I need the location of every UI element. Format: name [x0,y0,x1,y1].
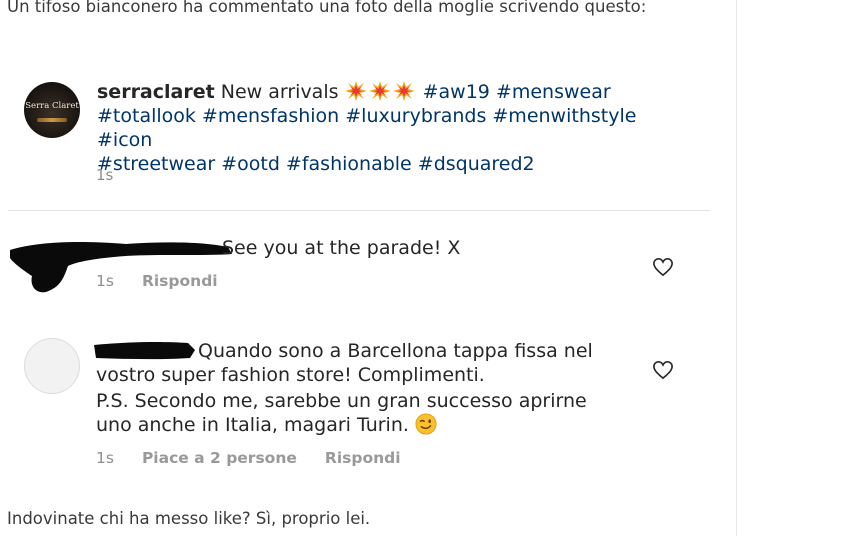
avatar-brand-text: Serra Claret [25,101,79,111]
intro-text: Un tifoso bianconero ha commentato una f… [7,0,647,16]
collision-emoji-icon [368,81,391,101]
comment-1-text: See you at the parade! X [222,237,461,259]
winking-face-emoji-icon [415,413,437,435]
caption-text: New arrivals [220,81,339,103]
comment-2-line-3: P.S. Secondo me, sarebbe un gran success… [96,390,587,412]
comment-1-reply-button[interactable]: Rispondi [142,272,218,290]
heart-outline-icon[interactable] [652,360,674,380]
collision-emoji-icon [392,81,415,101]
comment-1-meta: 1s Rispondi [96,272,246,290]
comment-2-meta: 1s Piace a 2 persone Rispondi [96,449,429,467]
comment-2-reply-button[interactable]: Rispondi [325,449,401,467]
hashtags-line-2[interactable]: #totallook #mensfashion #luxurybrands #m… [97,105,636,151]
post-time: 1s [96,166,114,184]
comment-2-line-4: uno anche in Italia, magari Turin. [96,413,437,437]
avatar-lights [37,118,67,122]
comment-2-line-4-text: uno anche in Italia, magari Turin. [96,414,409,436]
hashtags-line-3[interactable]: #streetwear #ootd #fashionable #dsquared… [97,153,535,175]
post-username[interactable]: serraclaret [97,81,215,103]
comment-2-time: 1s [96,449,114,467]
collision-emoji-icon [344,81,367,101]
serraclaret-avatar[interactable]: Serra Claret [24,82,80,138]
comment-1-time: 1s [96,272,114,290]
comment-2-likes-button[interactable]: Piace a 2 persone [142,449,297,467]
post-caption: serraclaret New arrivals #aw19 #menswear… [97,80,697,176]
commenter-avatar[interactable] [24,338,80,394]
heart-outline-icon[interactable] [652,257,674,277]
outro-text: Indovinate chi ha messo like? Sì, propri… [7,509,371,528]
hashtags-line-1[interactable]: #aw19 #menswear [423,81,611,103]
comment-2-line-1: Quando sono a Barcellona tappa fissa nel [198,340,593,362]
caption-separator [8,210,710,211]
comment-2-line-2: vostro super fashion store! Complimenti. [96,364,485,386]
content-right-border [736,0,737,536]
redacted-username [94,341,195,360]
